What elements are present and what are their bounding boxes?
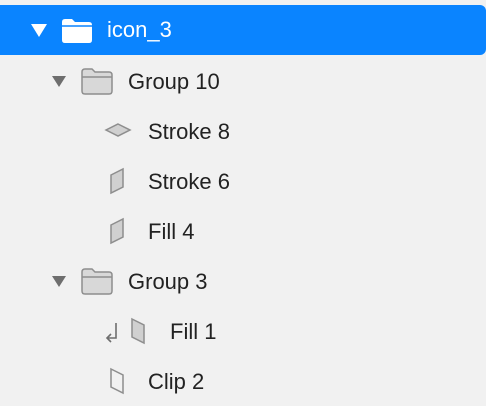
folder-icon [60,17,94,44]
parallelogram-shape-icon [107,167,127,195]
layer-name: Clip 2 [148,369,205,394]
layer-row-icon-3[interactable]: icon_3 [0,5,486,55]
layer-name: Stroke 8 [148,119,230,144]
layer-name: Group 10 [128,69,220,94]
layer-row-clip-2[interactable]: Clip 2 [0,356,486,406]
layer-name: Fill 1 [170,319,217,344]
disclosure-triangle-expanded-icon[interactable] [30,21,48,39]
disclosure-triangle-expanded-icon[interactable] [50,272,68,290]
outline-parallelogram-icon [107,367,129,395]
layer-name: Fill 4 [148,219,195,244]
layer-name: icon_3 [107,17,172,42]
disclosure-triangle-expanded-icon[interactable] [50,72,68,90]
layer-row-group-10[interactable]: Group 10 [0,56,486,106]
layer-tree: icon_3 Group 10 Stroke 8 Stroke 6 Fill 4… [0,0,486,406]
parallelogram-shape-icon [107,217,127,245]
layer-name: Stroke 6 [148,169,230,194]
layer-row-fill-4[interactable]: Fill 4 [0,206,486,256]
layer-row-fill-1[interactable]: Fill 1 [0,306,486,356]
layer-row-stroke-6[interactable]: Stroke 6 [0,156,486,206]
layer-name: Group 3 [128,269,208,294]
diamond-shape-icon [104,122,132,138]
mask-arrow-icon [104,321,120,343]
folder-icon [80,267,114,295]
layer-row-stroke-8[interactable]: Stroke 8 [0,106,486,156]
parallelogram-shape-icon [128,317,150,345]
layer-row-group-3[interactable]: Group 3 [0,256,486,306]
folder-icon [80,67,114,95]
